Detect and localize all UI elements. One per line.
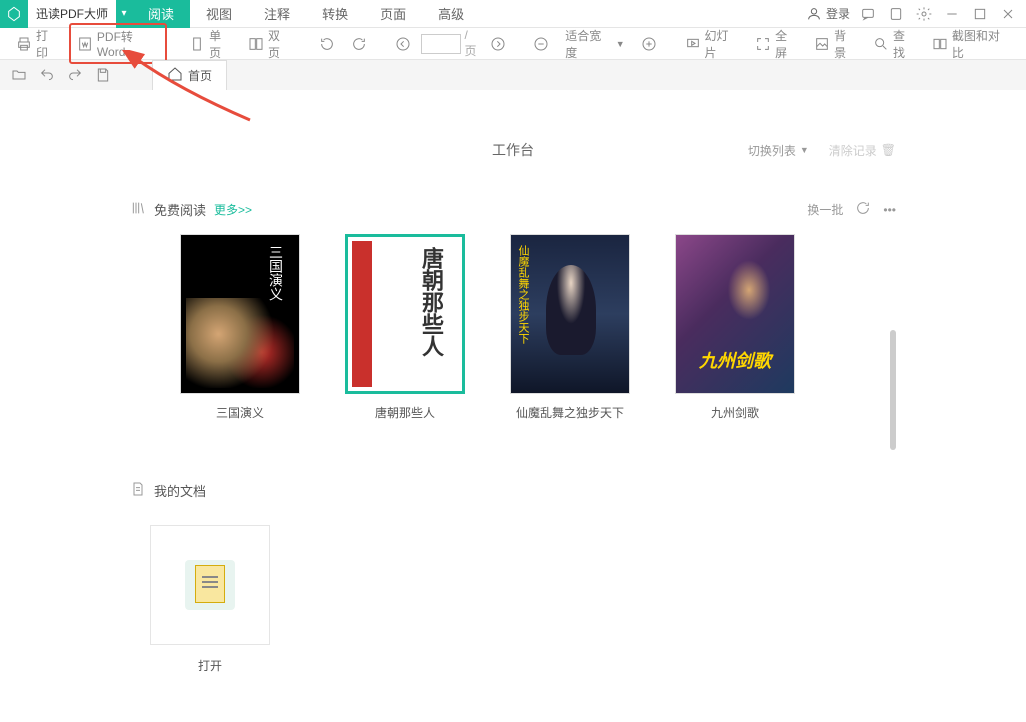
single-page-button[interactable]: 单页 <box>183 24 238 64</box>
double-page-label: 双页 <box>268 27 291 61</box>
next-page-button[interactable] <box>484 33 512 55</box>
single-page-label: 单页 <box>209 27 232 61</box>
login-button[interactable]: 登录 <box>806 5 850 22</box>
workbench-actions: 切换列表 ▼ 清除记录 🗑 <box>748 142 896 159</box>
fullscreen-button[interactable]: 全屏 <box>749 24 804 64</box>
book-title: 唐朝那些人 <box>375 404 435 421</box>
open-file-icon <box>185 560 235 610</box>
my-documents-section: 我的文档 打开 <box>130 421 896 674</box>
book-cover: 九州剑歌 <box>675 234 795 394</box>
background-button[interactable]: 背景 <box>808 24 863 64</box>
app-name: 迅读PDF大师 <box>28 5 116 22</box>
open-folder-icon[interactable] <box>10 66 28 84</box>
save-icon[interactable] <box>94 66 112 84</box>
book-item[interactable]: 三国演义 三国演义 <box>180 234 300 421</box>
minimize-icon[interactable] <box>942 4 962 24</box>
menu-page[interactable]: 页面 <box>364 0 422 28</box>
device-icon[interactable] <box>886 4 906 24</box>
find-button[interactable]: 查找 <box>867 24 922 64</box>
more-options-icon[interactable]: ••• <box>883 203 896 217</box>
close-icon[interactable] <box>998 4 1018 24</box>
book-title: 九州剑歌 <box>711 404 759 421</box>
page-number-input[interactable] <box>421 34 461 54</box>
slideshow-button[interactable]: 幻灯片 <box>679 24 746 64</box>
rotate-left-button[interactable] <box>313 33 341 55</box>
pdf-to-word-label: PDF转Word <box>97 28 159 59</box>
rotate-right-button[interactable] <box>345 33 373 55</box>
book-cover: 唐朝那些人 <box>345 234 465 394</box>
trash-icon: 🗑 <box>881 143 896 157</box>
clear-history-button[interactable]: 清除记录 🗑 <box>829 142 896 159</box>
pdf-to-word-button[interactable]: PDF转Word <box>69 23 167 64</box>
login-label: 登录 <box>826 5 850 22</box>
my-docs-header: 我的文档 <box>130 461 896 515</box>
open-label: 打开 <box>150 657 270 674</box>
fullscreen-icon <box>755 36 771 52</box>
screenshot-icon <box>932 36 948 52</box>
background-icon <box>814 36 830 52</box>
chevron-down-icon: ▼ <box>616 39 625 49</box>
slideshow-label: 幻灯片 <box>705 27 740 61</box>
document-icon <box>130 481 146 500</box>
maximize-icon[interactable] <box>970 4 990 24</box>
print-label: 打印 <box>36 27 59 61</box>
prev-page-button[interactable] <box>389 33 417 55</box>
book-item[interactable]: 九州剑歌 九州剑歌 <box>675 234 795 421</box>
find-label: 查找 <box>893 27 916 61</box>
book-cover: 仙魔乱舞之独步天下 <box>510 234 630 394</box>
menu-convert[interactable]: 转换 <box>306 0 364 28</box>
book-item[interactable]: 仙魔乱舞之独步天下 仙魔乱舞之独步天下 <box>510 234 630 421</box>
find-icon <box>873 36 889 52</box>
print-button[interactable]: 打印 <box>10 24 65 64</box>
navbar: 首页 <box>0 60 1026 90</box>
fit-width-label: 适合宽度 <box>565 27 612 61</box>
chevron-down-icon: ▼ <box>800 145 809 155</box>
book-title: 三国演义 <box>216 404 264 421</box>
switch-list-button[interactable]: 切换列表 ▼ <box>748 142 809 159</box>
workbench-header: 工作台 切换列表 ▼ 清除记录 🗑 <box>130 90 896 180</box>
zoom-in-button[interactable] <box>635 33 663 55</box>
screenshot-label: 截图和对比 <box>952 27 1010 61</box>
settings-icon[interactable] <box>914 4 934 24</box>
my-docs-title: 我的文档 <box>154 481 206 500</box>
refresh-icon[interactable] <box>855 200 871 219</box>
home-icon <box>167 66 183 85</box>
print-icon <box>16 36 32 52</box>
refresh-batch-button[interactable]: 换一批 <box>807 201 843 218</box>
content-area: 工作台 切换列表 ▼ 清除记录 🗑 免费阅读 更多>> 换一批 ••• 三国演义 <box>0 90 1026 722</box>
workbench-title: 工作台 <box>492 140 534 160</box>
undo-icon[interactable] <box>38 66 56 84</box>
single-page-icon <box>189 36 205 52</box>
slideshow-icon <box>685 36 701 52</box>
book-title: 仙魔乱舞之独步天下 <box>516 404 624 421</box>
feedback-icon[interactable] <box>858 4 878 24</box>
fit-width-select[interactable]: 适合宽度 ▼ <box>559 24 630 64</box>
background-label: 背景 <box>834 27 857 61</box>
double-page-button[interactable]: 双页 <box>242 24 297 64</box>
book-list: 三国演义 三国演义 唐朝那些人 唐朝那些人 仙魔乱舞之独步天下 仙魔乱舞之独步天… <box>130 234 896 421</box>
switch-list-label: 切换列表 <box>748 142 796 159</box>
page-total-label: /页 <box>465 28 480 59</box>
book-item[interactable]: 唐朝那些人 唐朝那些人 <box>345 234 465 421</box>
open-document-tile[interactable] <box>150 525 270 645</box>
scrollbar[interactable] <box>890 330 896 450</box>
titlebar-right: 登录 <box>806 4 1026 24</box>
book-cover: 三国演义 <box>180 234 300 394</box>
clear-history-label: 清除记录 <box>829 142 877 159</box>
fullscreen-label: 全屏 <box>775 27 798 61</box>
zoom-out-button[interactable] <box>527 33 555 55</box>
screenshot-compare-button[interactable]: 截图和对比 <box>926 24 1016 64</box>
tab-home-label: 首页 <box>188 67 212 84</box>
menu-advanced[interactable]: 高级 <box>422 0 480 28</box>
pdf-word-icon <box>77 36 93 52</box>
double-page-icon <box>248 36 264 52</box>
books-icon <box>130 200 146 219</box>
free-read-title: 免费阅读 <box>154 200 206 219</box>
free-read-more-link[interactable]: 更多>> <box>214 201 252 218</box>
free-read-header: 免费阅读 更多>> 换一批 ••• <box>130 180 896 234</box>
toolbar: 打印 PDF转Word 单页 双页 /页 适合宽度 ▼ 幻灯片 全屏 背景 查找 <box>0 28 1026 60</box>
tab-home[interactable]: 首页 <box>152 60 227 90</box>
redo-icon[interactable] <box>66 66 84 84</box>
